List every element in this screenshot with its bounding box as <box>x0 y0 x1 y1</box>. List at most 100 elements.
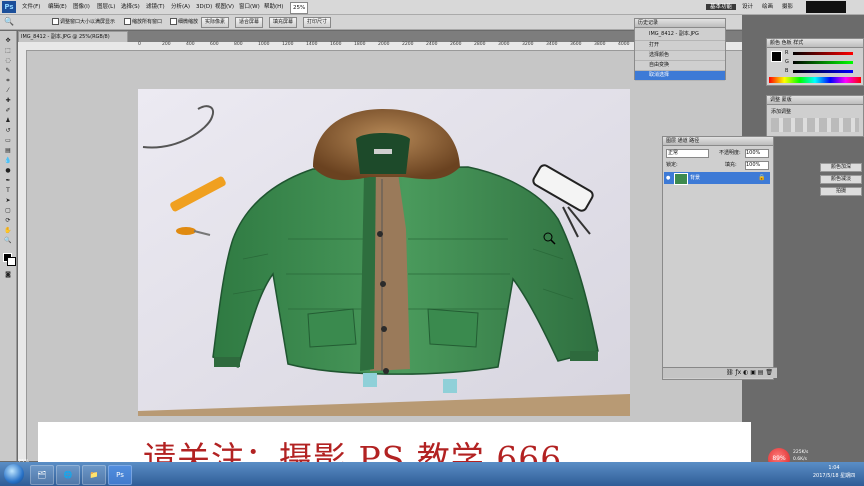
workspace-painting[interactable]: 绘画 <box>762 2 773 12</box>
zoom-all-windows-checkbox[interactable]: 缩放所有窗口 <box>124 18 162 26</box>
ruler-mark: 1000 <box>258 42 270 47</box>
menu-filter[interactable]: 滤镜(T) <box>146 2 165 12</box>
slider-b[interactable] <box>793 70 853 73</box>
history-item[interactable]: 自由变换 <box>635 61 725 71</box>
tab-paths[interactable]: 路径 <box>689 138 699 144</box>
menu-help[interactable]: 帮助(H) <box>264 2 283 12</box>
taskbar-app-icon[interactable]: 🗂 <box>30 465 54 485</box>
clone-stamp-tool-icon[interactable]: ♟ <box>3 117 13 124</box>
menu-layer[interactable]: 图层(L) <box>97 2 115 12</box>
tab-layers[interactable]: 图层 <box>666 138 676 144</box>
ruler-mark: 1800 <box>354 42 366 47</box>
healing-brush-tool-icon[interactable]: ✚ <box>3 97 13 104</box>
layer-row-background[interactable]: ● 背景 🔒 <box>664 172 770 185</box>
adjustment-icon-grid[interactable] <box>771 118 859 132</box>
tab-styles[interactable]: 样式 <box>793 40 803 46</box>
resize-windows-checkbox[interactable]: 调整窗口大小以满屏显示 <box>52 18 115 26</box>
taskbar-photoshop-icon[interactable]: Ps <box>108 465 132 485</box>
marquee-tool-icon[interactable]: ⬚ <box>3 47 13 54</box>
left-cuff <box>214 357 240 367</box>
actual-pixels-button[interactable]: 实际像素 <box>201 17 230 28</box>
fill-screen-button[interactable]: 填充屏幕 <box>269 17 298 28</box>
opacity-input[interactable]: 100% <box>745 149 769 158</box>
slider-r[interactable] <box>793 52 853 55</box>
menu-bar: Ps 文件(F) 编辑(E) 图像(I) 图层(L) 选择(S) 滤镜(T) 分… <box>0 0 864 15</box>
crop-tool-icon[interactable]: ⌗ <box>3 77 13 84</box>
fill-input[interactable]: 100% <box>745 161 769 170</box>
photo-canvas[interactable] <box>138 89 630 416</box>
history-panel: 历史记录 IMG_8412 - 副本.JPG 打开 选择颜色 自由变换 取消选择 <box>634 18 726 81</box>
menu-analysis[interactable]: 分析(A) <box>171 2 190 12</box>
visibility-eye-icon[interactable]: ● <box>666 175 671 181</box>
tab-color[interactable]: 颜色 <box>770 40 780 46</box>
fg-color-chip[interactable] <box>771 51 782 62</box>
scrubby-zoom-checkbox[interactable]: 细微缩放 <box>170 18 198 26</box>
color-panel-header: 颜色 色板 样式 <box>767 39 863 48</box>
3d-rotate-tool-icon[interactable]: ⟳ <box>3 217 13 224</box>
zoom-tool-icon[interactable]: 🔍 <box>4 17 14 27</box>
taskbar-app-icon[interactable]: 🌐 <box>56 465 80 485</box>
system-clock[interactable]: 1:04 2017/5/18 星期四 <box>806 464 862 484</box>
history-item[interactable]: 打开 <box>635 41 725 51</box>
layer-name: 背景 <box>690 175 701 181</box>
hand-tool-icon[interactable]: ✋ <box>3 227 13 234</box>
checkbox-label: 缩放所有窗口 <box>132 19 163 25</box>
zoom-tool-icon[interactable]: 🔍 <box>3 237 13 244</box>
workspace-essentials[interactable]: 基本功能 <box>706 4 737 10</box>
eyedropper-tool-icon[interactable]: ⁄ <box>3 87 13 94</box>
menu-edit[interactable]: 编辑(E) <box>48 2 67 12</box>
type-tool-icon[interactable]: T <box>3 187 13 194</box>
ruler-mark: 800 <box>234 42 243 47</box>
tab-swatches[interactable]: 色板 <box>782 40 792 46</box>
background-color-swatch[interactable] <box>7 257 16 266</box>
right-cuff <box>570 351 598 361</box>
blend-mode-select[interactable]: 正常 <box>666 149 709 158</box>
workspace-design[interactable]: 设计 <box>742 2 753 12</box>
checkbox-label: 调整窗口大小以满屏显示 <box>60 19 116 25</box>
windows-taskbar: 🗂 🌐 📁 Ps 1:04 2017/5/18 星期四 <box>0 462 864 486</box>
history-brush-tool-icon[interactable]: ↺ <box>3 127 13 134</box>
print-size-button[interactable]: 打印尺寸 <box>303 17 332 28</box>
menu-file[interactable]: 文件(F) <box>22 2 40 12</box>
slider-g[interactable] <box>793 61 853 64</box>
menu-3d[interactable]: 3D(D) <box>196 2 212 12</box>
workspace-photography[interactable]: 摄影 <box>782 2 793 12</box>
quick-mask-icon[interactable]: ◙ <box>3 271 13 278</box>
color-spectrum[interactable] <box>769 77 861 83</box>
blur-tool-icon[interactable]: 💧 <box>3 157 13 164</box>
zoom-level-display[interactable]: 25% <box>290 2 309 14</box>
menu-view[interactable]: 视图(V) <box>215 2 234 12</box>
fill-label: 填充: <box>725 162 737 168</box>
tab-channels[interactable]: 通道 <box>678 138 688 144</box>
fit-screen-button[interactable]: 适合屏幕 <box>235 17 264 28</box>
gradient-tool-icon[interactable]: ▤ <box>3 147 13 154</box>
menu-select[interactable]: 选择(S) <box>121 2 140 12</box>
history-item-selected[interactable]: 取消选择 <box>635 71 725 81</box>
shoot-button[interactable]: 拍摄 <box>820 187 862 196</box>
menu-image[interactable]: 图像(I) <box>73 2 90 12</box>
lasso-tool-icon[interactable]: ◌ <box>3 57 13 64</box>
taskbar-app-icon[interactable]: 📁 <box>82 465 106 485</box>
history-panel-header[interactable]: 历史记录 <box>635 19 725 28</box>
pen-tool-icon[interactable]: ✒ <box>3 177 13 184</box>
ruler-mark: 1400 <box>306 42 318 47</box>
history-item[interactable]: 选择颜色 <box>635 51 725 61</box>
ruler-mark: 3400 <box>546 42 558 47</box>
ruler-mark: 2000 <box>378 42 390 47</box>
move-tool-icon[interactable]: ✥ <box>3 37 13 44</box>
burn-button[interactable]: 颜色加深 <box>820 163 862 172</box>
quick-select-tool-icon[interactable]: ✎ <box>3 67 13 74</box>
tab-adjustments[interactable]: 调整 <box>770 97 780 103</box>
path-select-tool-icon[interactable]: ➤ <box>3 197 13 204</box>
dodge-tool-icon[interactable]: ● <box>3 167 13 174</box>
dodge-button[interactable]: 颜色减淡 <box>820 175 862 184</box>
menu-window[interactable]: 窗口(W) <box>239 2 260 12</box>
start-button[interactable] <box>4 464 24 484</box>
eraser-tool-icon[interactable]: ▭ <box>3 137 13 144</box>
layers-footer-icons[interactable]: ⛓ ƒx ◐ ▣ ▤ 🗑 <box>663 367 777 378</box>
brush-tool-icon[interactable]: ✐ <box>3 107 13 114</box>
shape-tool-icon[interactable]: ▢ <box>3 207 13 214</box>
history-snapshot[interactable]: IMG_8412 - 副本.JPG <box>635 28 725 41</box>
ruler-mark: 3000 <box>498 42 510 47</box>
tab-masks[interactable]: 蒙版 <box>782 97 792 103</box>
